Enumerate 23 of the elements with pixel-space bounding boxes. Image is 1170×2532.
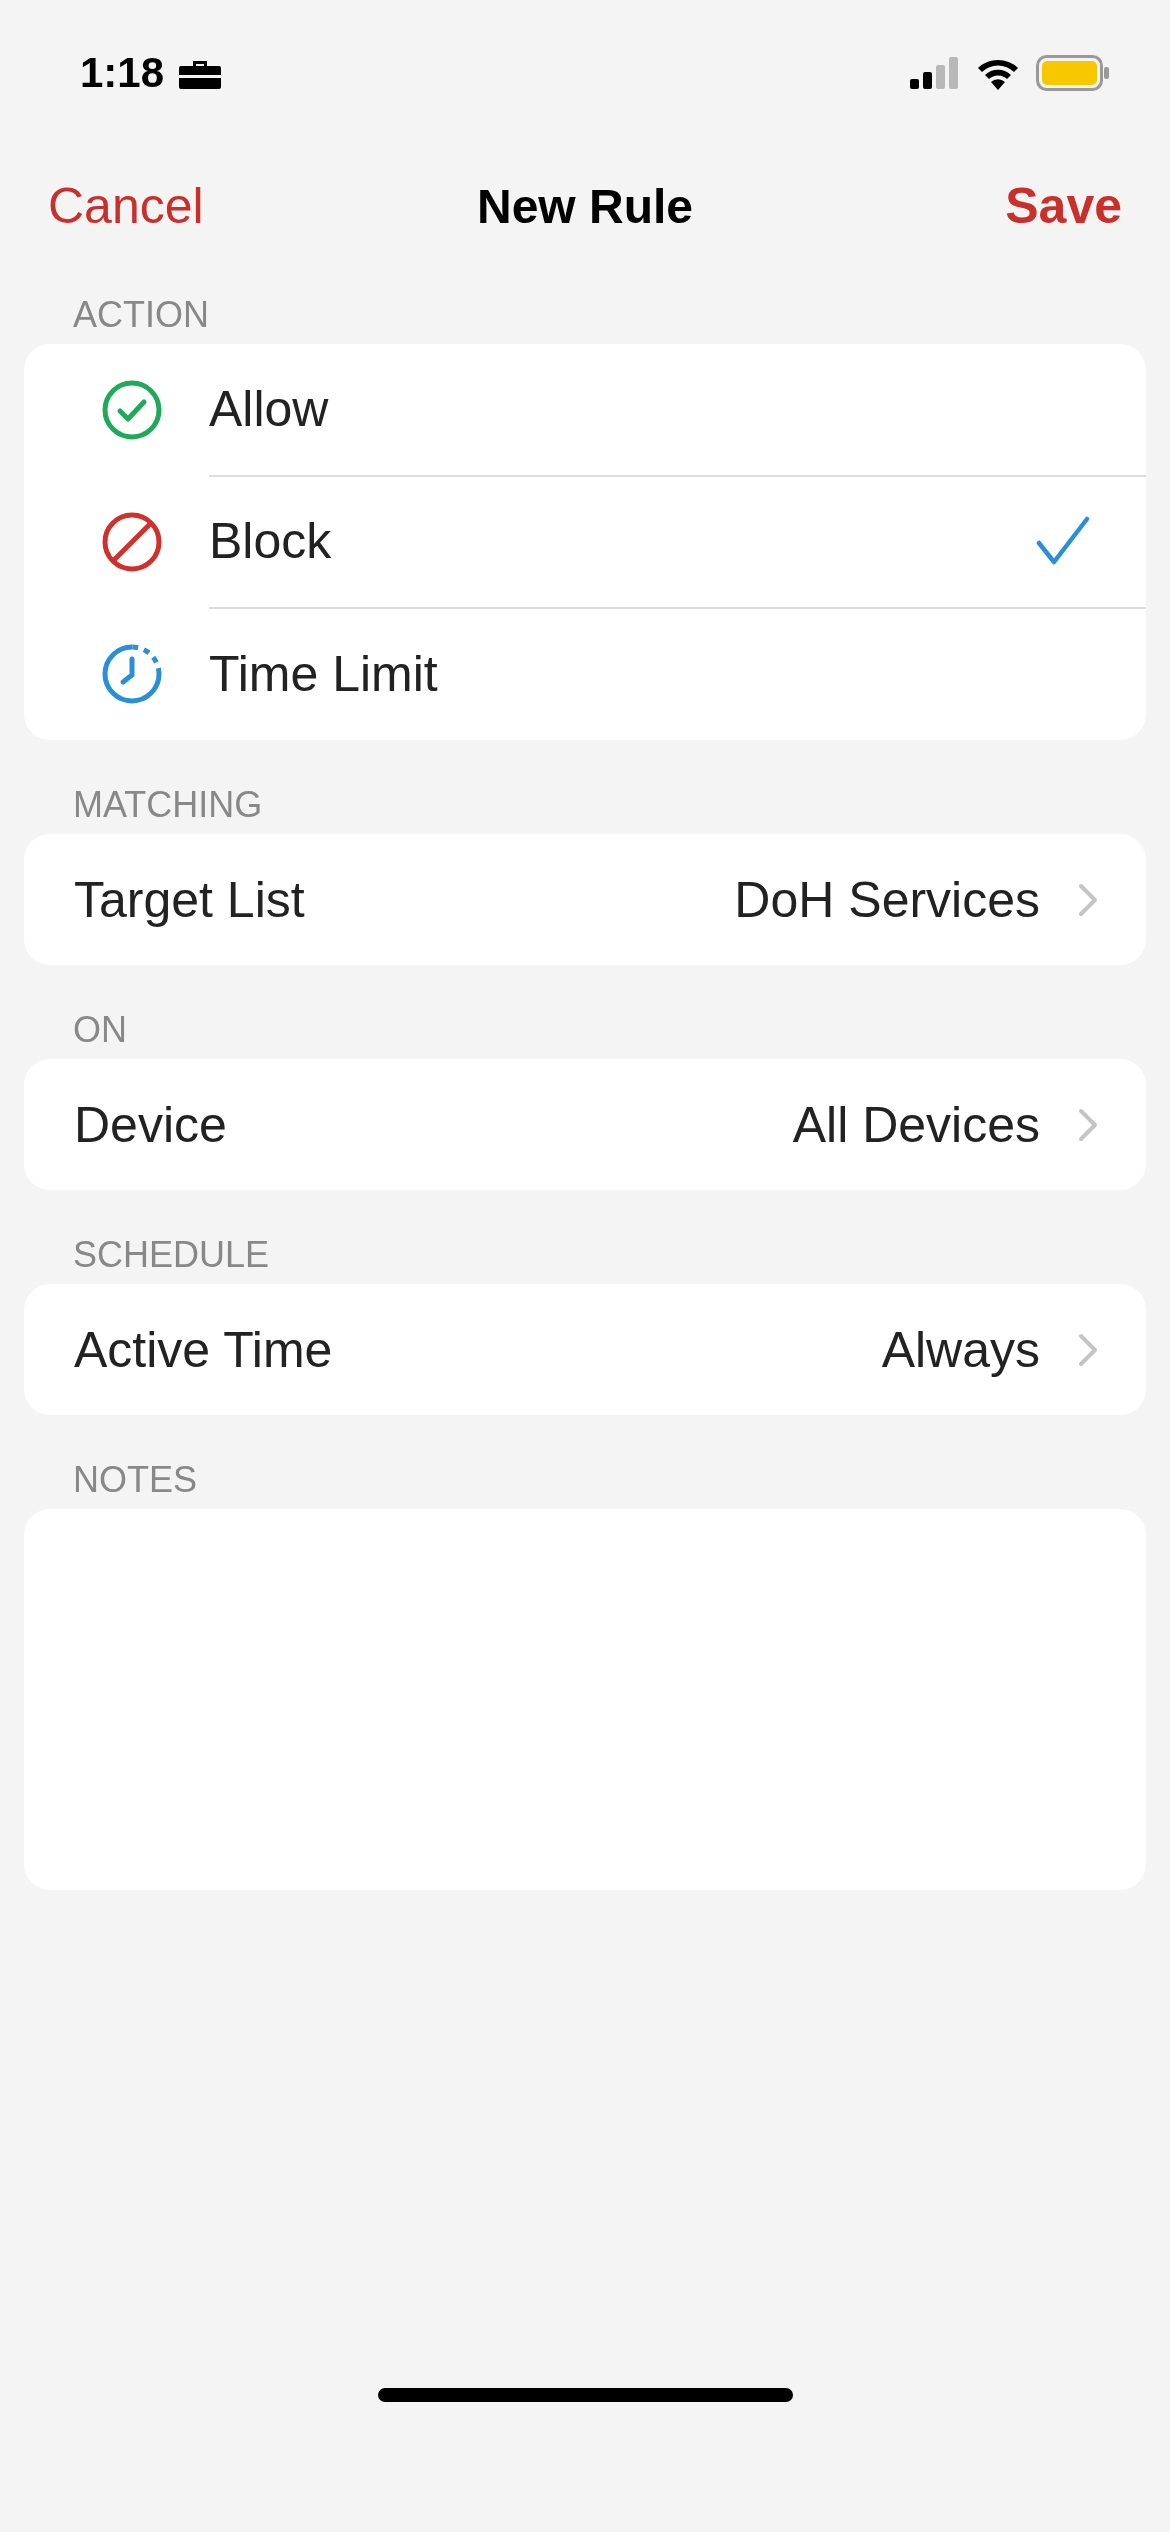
save-button[interactable]: Save (1005, 177, 1122, 235)
section-header: ON (72, 1008, 128, 1052)
section-header: SCHEDULE (72, 1233, 271, 1277)
battery-icon (1036, 55, 1110, 91)
action-option[interactable]: Allow (24, 344, 1146, 476)
chevron-icon (1078, 882, 1098, 917)
status-time: 1:18 (80, 49, 165, 97)
prohibited-icon (101, 511, 163, 573)
chevron-icon (1078, 1107, 1098, 1142)
settings-row[interactable]: Active Time Always (24, 1284, 1146, 1415)
nav-title: New Rule (476, 178, 693, 234)
cancel-button[interactable]: Cancel (48, 177, 204, 235)
section-header: MATCHING (72, 783, 264, 827)
checkmark-circle-icon (101, 379, 163, 441)
timer-icon (101, 643, 163, 705)
action-option[interactable]: Time Limit (24, 608, 1146, 740)
chevron-icon (1078, 1332, 1098, 1367)
settings-row[interactable]: Device All Devices (24, 1059, 1146, 1190)
signal-icon (910, 57, 960, 89)
section-header: ACTION (72, 293, 210, 337)
section-header: NOTES (72, 1458, 198, 1502)
settings-row[interactable]: Target List DoH Services (24, 834, 1146, 965)
action-option[interactable]: Block (24, 476, 1146, 608)
